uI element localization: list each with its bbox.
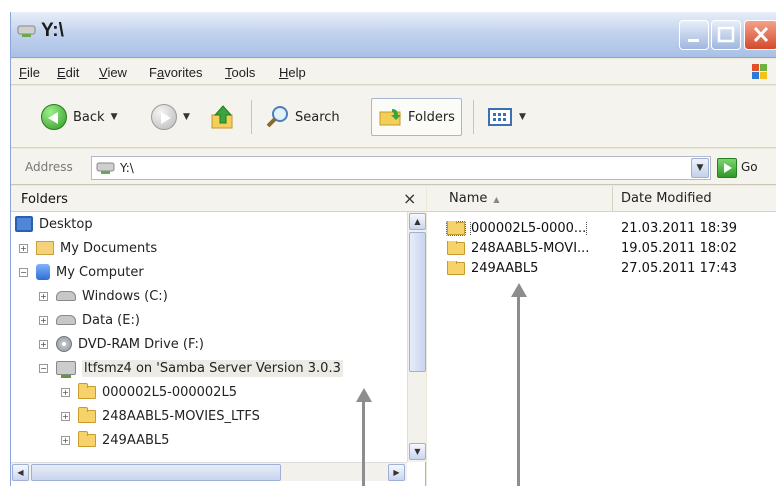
tree-item-folder[interactable]: + 000002L5-000002L5 [61,380,237,404]
list-item[interactable]: 000002L5-0000... 21.03.2011 18:39 [441,218,776,238]
drive-icon [56,291,76,301]
toolbar: Back ▼ ▼ Search Folders ▼ [11,86,776,148]
folder-icon [447,240,465,255]
up-folder-button[interactable] [209,98,237,136]
network-drive-icon [56,361,76,378]
back-button[interactable]: Back ▼ [41,98,117,136]
forward-arrow-icon [151,104,177,130]
explorer-window: Y:\ File Edit View Favorites Tools Help … [10,12,776,486]
list-item[interactable]: 248AABL5-MOVI... 19.05.2011 18:02 [441,238,776,258]
expand-icon[interactable]: + [39,339,48,349]
annotation-arrow-head [511,283,527,297]
maximize-button[interactable] [711,20,741,50]
menu-favorites[interactable]: Favorites [149,65,202,80]
menu-view[interactable]: View [99,65,127,80]
tree-item-folder[interactable]: + 249AABL5 [61,428,169,452]
folder-icon [78,430,96,447]
menu-edit[interactable]: Edit [57,65,79,80]
collapse-icon[interactable]: − [19,267,28,277]
folder-icon [446,220,466,236]
scroll-right-icon[interactable]: ▶ [388,464,405,481]
expand-icon[interactable]: + [61,411,70,421]
go-icon[interactable] [717,158,737,178]
scroll-thumb[interactable] [409,232,426,372]
tree-item-desktop[interactable]: Desktop [15,212,93,236]
collapse-icon[interactable]: − [39,363,48,373]
tree-item-windows-c[interactable]: + Windows (C:) [39,284,168,308]
tree-item-ltfs-share[interactable]: − ltfsmz4 on 'Samba Server Version 3.0.3 [39,356,343,380]
scroll-up-icon[interactable]: ▲ [409,213,426,230]
annotation-arrow-head [356,388,372,402]
folders-pane-header: Folders × [11,186,426,212]
expand-icon[interactable]: + [39,291,48,301]
address-input[interactable]: Y:\ [91,156,711,180]
folders-pane-title: Folders [21,192,68,207]
scroll-thumb[interactable] [31,464,281,481]
close-button[interactable] [744,20,776,50]
network-drive-icon [17,25,36,37]
forward-button[interactable]: ▼ [151,98,190,136]
annotation-arrow [517,296,520,486]
folder-icon [447,260,465,275]
list-item[interactable]: 249AABL5 27.05.2011 17:43 [441,258,776,278]
expand-icon[interactable]: + [39,315,48,325]
folders-button[interactable]: Folders [371,98,462,136]
title-bar: Y:\ [11,12,776,58]
expand-icon[interactable]: + [61,387,70,397]
go-button[interactable]: Go [741,160,758,174]
views-button[interactable]: ▼ [487,98,526,136]
chevron-down-icon[interactable]: ▼ [111,112,118,122]
window-title: Y:\ [41,20,64,41]
minimize-icon [688,39,699,42]
up-folder-icon [211,105,233,129]
file-list: Name ▲ Date Modified 000002L5-0000... 21.… [427,186,776,486]
tree-item-my-documents[interactable]: + My Documents [19,236,157,260]
menu-bar: File Edit View Favorites Tools Help [11,59,776,85]
close-icon [753,26,769,43]
minimize-button[interactable] [679,20,709,50]
chevron-down-icon[interactable]: ▼ [519,112,526,122]
maximize-icon [717,26,735,43]
folder-tree: Desktop + My Documents − My Computer + W… [11,212,407,462]
network-drive-icon [96,162,115,174]
menu-help[interactable]: Help [279,65,306,80]
desktop-icon [15,216,33,232]
back-arrow-icon [41,104,67,130]
menu-tools[interactable]: Tools [225,65,255,80]
tree-item-dvd-ram-f[interactable]: + DVD-RAM Drive (F:) [39,332,204,356]
search-button[interactable]: Search [265,98,340,136]
scroll-left-icon[interactable]: ◀ [12,464,29,481]
scroll-down-icon[interactable]: ▼ [409,443,426,460]
folder-icon [78,406,96,423]
close-pane-icon[interactable]: × [403,189,416,208]
sort-ascending-icon: ▲ [493,195,500,204]
dvd-icon [56,336,72,352]
horizontal-scrollbar[interactable]: ◀ ▶ [11,462,407,481]
annotation-arrow [362,401,365,486]
address-dropdown-button[interactable]: ▼ [691,158,709,178]
vertical-scrollbar[interactable]: ▲ ▼ [407,212,426,462]
menu-file[interactable]: File [19,65,40,80]
windows-logo-icon [752,64,767,79]
computer-icon [36,264,50,280]
chevron-down-icon[interactable]: ▼ [183,112,190,122]
column-headers: Name ▲ Date Modified [427,186,776,212]
column-header-name[interactable]: Name ▲ [441,186,613,212]
address-bar: Address Y:\ ▼ Go [11,149,776,185]
drive-icon [56,315,76,325]
folder-icon [78,382,96,399]
tree-item-data-e[interactable]: + Data (E:) [39,308,140,332]
expand-icon[interactable]: + [19,243,28,253]
folders-icon [379,109,401,126]
address-label: Address [25,160,73,174]
expand-icon[interactable]: + [61,435,70,445]
tree-item-folder[interactable]: + 248AABL5-MOVIES_LTFS [61,404,260,428]
search-icon [266,106,288,128]
column-header-date-modified[interactable]: Date Modified [613,186,776,212]
views-icon [488,108,512,126]
address-value: Y:\ [120,161,134,175]
tree-item-my-computer[interactable]: − My Computer [19,260,144,284]
folder-icon [36,241,54,255]
chevron-down-icon: ▼ [696,163,704,173]
